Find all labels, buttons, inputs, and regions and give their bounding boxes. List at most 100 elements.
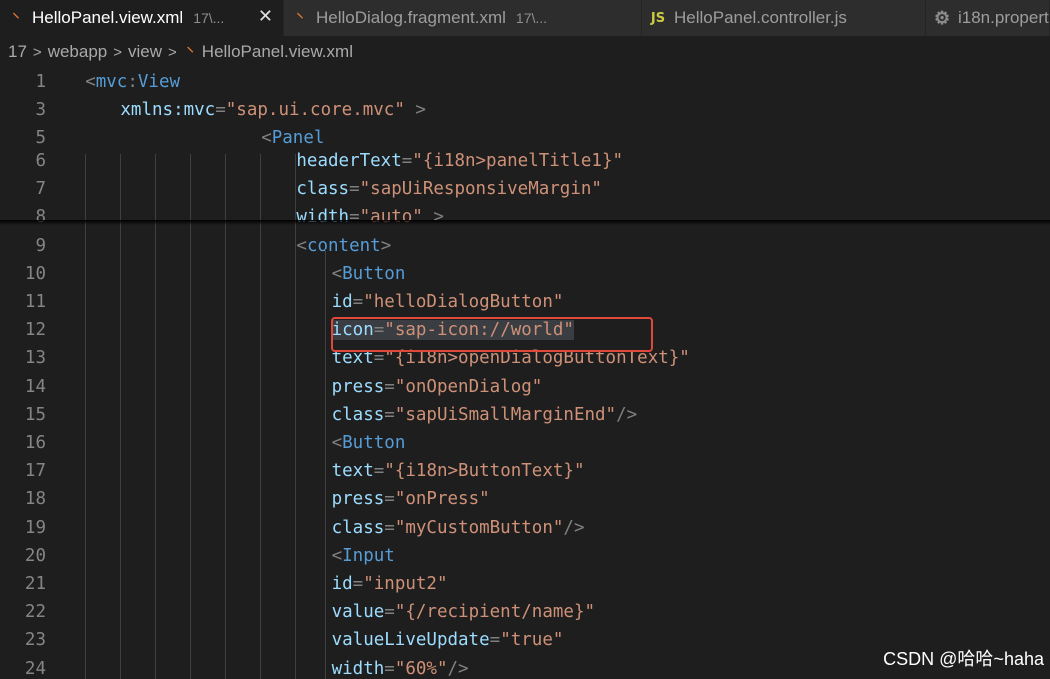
code-token: =	[352, 574, 364, 594]
code-line[interactable]: 5 <Panel	[0, 124, 1050, 153]
tab-hellopanel-controller[interactable]: JS HelloPanel.controller.js	[642, 0, 926, 36]
code-token: =	[489, 630, 501, 651]
code-text: class="sapUiSmallMarginEnd"/>	[332, 401, 638, 429]
line-number: 12	[24, 320, 46, 341]
code-text: press="onOpenDialog"	[332, 373, 543, 401]
line-number: 18	[24, 489, 46, 510]
code-token: <	[261, 128, 272, 149]
code-token: "sapUiSmallMarginEnd"	[394, 404, 617, 425]
code-text: width="60%"/>	[332, 655, 469, 679]
code-token: <	[331, 545, 343, 566]
code-token: =	[384, 376, 395, 397]
code-token: =	[352, 292, 364, 312]
code-token: >	[380, 235, 392, 256]
code-token: "myCustomButton"	[394, 517, 564, 538]
code-line[interactable]: 7 class="sapUiResponsiveMargin"	[0, 175, 1050, 203]
code-token: =	[384, 404, 395, 425]
code-token: =	[373, 461, 385, 482]
indent-guide	[225, 154, 226, 679]
code-token: =	[215, 100, 226, 121]
tab-path-hint: 17\...	[193, 10, 225, 26]
code-token: =	[384, 658, 395, 679]
tab-label: i18n.properties	[958, 8, 1049, 27]
code-token: =	[401, 151, 413, 171]
code-line[interactable]: 10 <Button	[0, 260, 1050, 288]
sticky-scroll-shadow	[0, 220, 1050, 225]
code-editor[interactable]: 1 <mvc:View 3 xmlns:mvc="sap.ui.core.mvc" >…	[0, 68, 1050, 679]
tab-hellopanel-view[interactable]: ⸌ HelloPanel.view.xml 17\... ✕	[0, 0, 284, 36]
indent-guide	[190, 154, 191, 679]
code-line[interactable]: 22 value="{/recipient/name}"	[0, 598, 1050, 626]
code-line[interactable]: 14 press="onOpenDialog"	[0, 373, 1050, 401]
tab-hellodialog-fragment[interactable]: ⸌ HelloDialog.fragment.xml 17\...	[284, 0, 642, 36]
code-token: Input	[342, 545, 395, 566]
code-line[interactable]: 17 text="{i18n>ButtonText}"	[0, 457, 1050, 485]
code-token: />	[563, 517, 585, 538]
code-text: width="auto" >	[296, 203, 444, 231]
tab-label: HelloPanel.view.xml	[32, 8, 184, 27]
code-token: headerText	[296, 151, 402, 171]
close-icon[interactable]: ✕	[258, 6, 273, 27]
line-number: 3	[35, 100, 46, 121]
rss-icon: ⸌	[12, 9, 20, 26]
code-text: class="myCustomButton"/>	[332, 514, 585, 542]
code-token: Button	[342, 433, 406, 453]
code-text: value="{/recipient/name}"	[332, 598, 595, 626]
code-token: <	[331, 433, 343, 453]
code-token: "onPress"	[394, 489, 490, 510]
code-line[interactable]: 15 class="sapUiSmallMarginEnd"/>	[0, 401, 1050, 429]
code-line[interactable]: 18 press="onPress"	[0, 485, 1050, 513]
code-token: Panel	[271, 128, 325, 149]
breadcrumb: 17 > webapp > view > ⸌ HelloPanel.view.x…	[0, 36, 1050, 68]
indent-guide	[155, 154, 156, 679]
code-token: />	[616, 404, 638, 425]
code-text: press="onPress"	[332, 485, 490, 513]
line-number: 11	[24, 292, 46, 312]
code-line[interactable]: 3 xmlns:mvc="sap.ui.core.mvc" >	[0, 96, 1050, 125]
editor-tab-bar: ⸌ HelloPanel.view.xml 17\... ✕ ⸌ HelloDi…	[0, 0, 1050, 36]
line-number: 10	[24, 263, 46, 284]
line-number: 17	[24, 461, 46, 482]
js-icon: JS	[650, 10, 666, 26]
code-line[interactable]: 19 class="myCustomButton"/>	[0, 514, 1050, 542]
line-number: 13	[24, 348, 46, 369]
code-text: <mvc:View	[85, 68, 180, 96]
breadcrumb-item[interactable]: 17	[8, 42, 27, 62]
breadcrumb-item[interactable]: view	[128, 42, 162, 62]
breadcrumb-item[interactable]: HelloPanel.view.xml	[202, 42, 353, 62]
code-text: valueLiveUpdate="true"	[332, 626, 564, 654]
code-line[interactable]: 20 <Input	[0, 542, 1050, 570]
code-text: class="sapUiResponsiveMargin"	[296, 175, 602, 203]
code-line[interactable]: 8 width="auto" >	[0, 203, 1050, 231]
code-line[interactable]: 1 <mvc:View	[0, 68, 1050, 96]
code-text: <content>	[296, 232, 391, 260]
code-line[interactable]: 16 <Button	[0, 429, 1050, 457]
code-token: :	[127, 72, 138, 92]
watermark: CSDN @哈哈~haha	[883, 649, 1044, 669]
code-token: <	[296, 235, 307, 256]
chevron-right-icon: >	[113, 43, 123, 61]
code-token: "true"	[500, 630, 564, 651]
code-text: id="input2"	[332, 570, 448, 598]
code-token: >	[404, 100, 426, 121]
tab-label: HelloDialog.fragment.xml	[316, 8, 506, 27]
line-number: 24	[24, 658, 46, 679]
code-token: =	[384, 602, 395, 623]
code-token: id	[331, 292, 353, 312]
rss-icon: ⸌	[186, 43, 194, 60]
tab-i18n-properties[interactable]: ⚙ i18n.properties	[926, 0, 1050, 36]
indent-guide	[260, 154, 261, 679]
line-number: 16	[24, 433, 46, 453]
code-token: press	[331, 376, 385, 397]
code-line[interactable]: 9 <content>	[0, 232, 1050, 260]
breadcrumb-item[interactable]: webapp	[48, 42, 108, 62]
code-token: <	[85, 72, 96, 92]
code-text: <Input	[332, 542, 395, 570]
code-line[interactable]: 21 id="input2"	[0, 570, 1050, 598]
code-line[interactable]: 11 id="helloDialogButton"	[0, 288, 1050, 316]
code-token: "input2"	[363, 574, 448, 594]
annotation-highlight-box	[331, 317, 653, 352]
line-number: 1	[35, 72, 46, 92]
code-token: "helloDialogButton"	[363, 292, 564, 312]
line-number: 22	[24, 602, 46, 623]
